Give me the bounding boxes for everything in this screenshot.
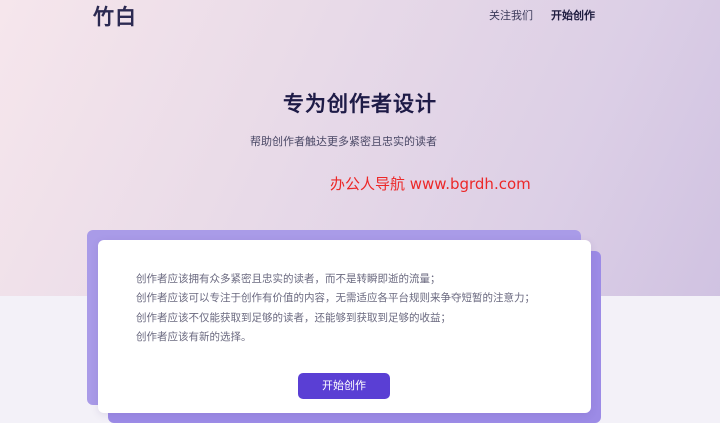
manifesto-card: 创作者应该拥有众多紧密且忠实的读者，而不是转瞬即逝的流量； 创作者应该可以专注于… xyxy=(98,240,591,413)
nav-link-start-creating[interactable]: 开始创作 xyxy=(551,7,595,23)
manifesto-line: 创作者应该不仅能获取到足够的读者，还能够到获取到足够的收益； xyxy=(136,311,451,324)
hero-title: 专为创作者设计 xyxy=(283,92,437,116)
start-creating-button[interactable]: 开始创作 xyxy=(298,373,390,399)
manifesto-line: 创作者应该可以专注于创作有价值的内容，无需适应各平台规则来争夺短暂的注意力； xyxy=(136,292,535,305)
site-logo[interactable]: 竹白 xyxy=(93,1,137,31)
nav-link-follow-us[interactable]: 关注我们 xyxy=(489,7,533,23)
manifesto-text: 创作者应该拥有众多紧密且忠实的读者，而不是转瞬即逝的流量； 创作者应该可以专注于… xyxy=(136,270,535,347)
watermark-text: 办公人导航 www.bgrdh.com xyxy=(330,175,531,193)
manifesto-line: 创作者应该有新的选择。 xyxy=(136,330,252,343)
manifesto-line: 创作者应该拥有众多紧密且忠实的读者，而不是转瞬即逝的流量； xyxy=(136,273,441,285)
hero-subtitle: 帮助创作者触达更多紧密且忠实的读者 xyxy=(250,135,437,148)
